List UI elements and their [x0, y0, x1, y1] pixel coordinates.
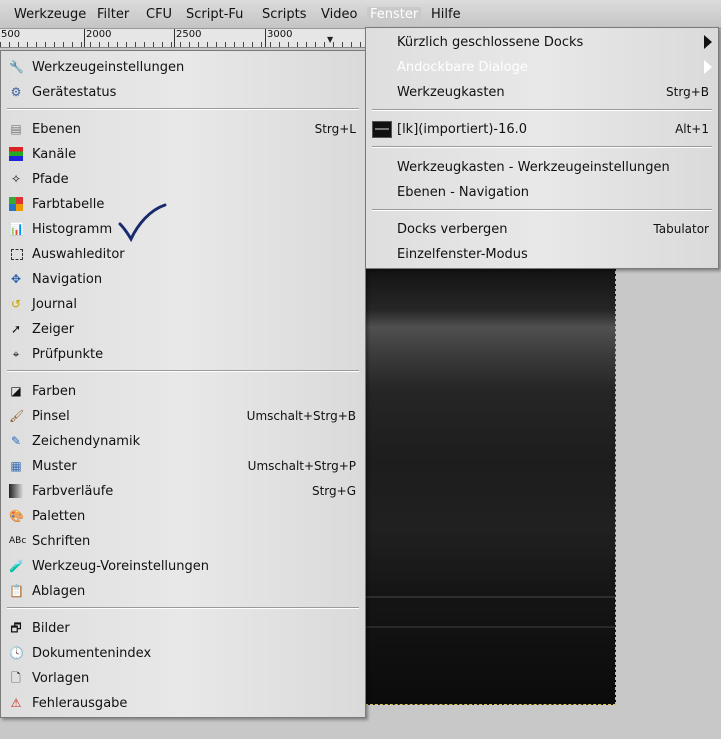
ruler-major-tick — [174, 29, 175, 47]
menu-item-bilder[interactable]: 🗗 Bilder — [1, 616, 365, 641]
canvas-detail — [365, 626, 615, 628]
fonts-icon: ABc — [9, 536, 27, 546]
menu-item-vorlagen[interactable]: 🗋 Vorlagen — [1, 666, 365, 691]
buffers-icon: 📋 — [9, 584, 24, 598]
error-console-icon: ⚠ — [10, 696, 22, 710]
menu-hilfe[interactable]: Hilfe — [431, 7, 461, 22]
menu-item-schriften[interactable]: ABc Schriften — [1, 529, 365, 554]
menu-item-ebenen[interactable]: ▤ Ebenen Strg+L — [1, 117, 365, 142]
menu-item-farben[interactable]: ◪ Farben — [1, 379, 365, 404]
menu-item-recently-closed-docks[interactable]: Kürzlich geschlossene Docks — [366, 30, 718, 55]
menu-item-muster[interactable]: ▦ Muster Umschalt+Strg+P — [1, 454, 365, 479]
menu-item-pruefpunkte[interactable]: ⌖ Prüfpunkte — [1, 342, 365, 367]
ruler-tick-label: 2000 — [86, 29, 114, 40]
image-canvas[interactable] — [365, 266, 616, 705]
histogram-icon: 📊 — [9, 222, 24, 236]
menu-item-zeiger[interactable]: ➚ Zeiger — [1, 317, 365, 342]
dockable-dialogs-menu: 🔧 Werkzeugeinstellungen ⚙ Gerätestatus ▤… — [0, 50, 366, 718]
menu-scripts[interactable]: Scripts — [262, 7, 306, 22]
patterns-icon: ▦ — [10, 459, 22, 473]
device-status-icon: ⚙ — [10, 85, 22, 99]
menu-item-journal[interactable]: ↺ Journal — [1, 292, 365, 317]
ruler-tick-label: 2500 — [176, 29, 204, 40]
images-icon: 🗗 — [10, 621, 22, 635]
menubar: Werkzeuge Filter CFU Script-Fu Scripts V… — [0, 0, 721, 29]
menu-item-pinsel[interactable]: 🖌 Pinsel Umschalt+Strg+B — [1, 404, 365, 429]
selection-editor-icon — [11, 249, 23, 260]
sample-points-icon: ⌖ — [12, 347, 20, 361]
submenu-arrow-icon — [704, 60, 712, 74]
ruler-major-tick — [265, 29, 266, 47]
ruler-major-tick — [84, 29, 85, 47]
ruler-tick-label: 500 — [1, 29, 23, 40]
menu-item-farbtabelle[interactable]: Farbtabelle — [1, 192, 365, 217]
horizontal-ruler[interactable]: 500 2000 2500 3000 ▼ — [0, 29, 365, 48]
channels-icon — [9, 147, 23, 161]
gradients-icon — [9, 484, 23, 498]
brush-icon: 🖌 — [9, 409, 25, 423]
checkmark-annotation-icon — [118, 203, 167, 242]
journal-icon: ↺ — [10, 297, 22, 311]
menu-item-dokumentenindex[interactable]: 🕓 Dokumentenindex — [1, 641, 365, 666]
menu-item-zeichendynamik[interactable]: ✎ Zeichendynamik — [1, 429, 365, 454]
menu-werkzeuge[interactable]: Werkzeuge — [14, 7, 86, 22]
ruler-tick-label: 3000 — [267, 29, 295, 40]
menu-separator — [372, 146, 712, 148]
menu-item-pfade[interactable]: ✧ Pfade — [1, 167, 365, 192]
menu-item-werkzeugeinstellungen[interactable]: 🔧 Werkzeugeinstellungen — [1, 55, 365, 80]
canvas-detail — [365, 596, 615, 598]
menu-filter[interactable]: Filter — [97, 7, 129, 22]
menu-item-image-window[interactable]: [lk](importiert)-16.0 Alt+1 — [366, 117, 718, 142]
tool-options-icon: 🔧 — [9, 60, 24, 74]
menu-item-fehlerausgabe[interactable]: ⚠ Fehlerausgabe — [1, 691, 365, 716]
menu-item-histogramm[interactable]: 📊 Histogramm — [1, 217, 365, 242]
document-history-icon: 🕓 — [9, 646, 24, 660]
menu-item-single-window-mode[interactable]: Einzelfenster-Modus — [366, 242, 718, 267]
menu-separator — [7, 108, 359, 110]
menu-item-ablagen[interactable]: 📋 Ablagen — [1, 579, 365, 604]
menu-item-dock-layers-navigation[interactable]: Ebenen - Navigation — [366, 180, 718, 205]
tool-presets-icon: 🧪 — [9, 559, 24, 573]
menu-separator — [372, 209, 712, 211]
menu-script-fu[interactable]: Script-Fu — [186, 7, 243, 22]
menu-item-auswahleditor[interactable]: Auswahleditor — [1, 242, 365, 267]
paint-dynamics-icon: ✎ — [10, 434, 22, 448]
image-thumbnail-icon — [372, 121, 392, 138]
menu-item-dockable-dialogs[interactable]: Andockbare Dialoge — [366, 55, 718, 80]
menu-fenster[interactable]: Fenster — [367, 7, 422, 22]
menu-separator — [7, 370, 359, 372]
pointer-icon: ➚ — [10, 322, 22, 336]
menu-item-hide-docks[interactable]: Docks verbergen Tabulator — [366, 217, 718, 242]
menu-video[interactable]: Video — [321, 7, 357, 22]
submenu-arrow-icon — [704, 35, 712, 49]
palettes-icon: 🎨 — [9, 509, 24, 523]
menu-item-paletten[interactable]: 🎨 Paletten — [1, 504, 365, 529]
menu-item-geraetestatus[interactable]: ⚙ Gerätestatus — [1, 80, 365, 105]
templates-icon: 🗋 — [11, 671, 21, 685]
ruler-position-marker-icon: ▼ — [327, 35, 334, 44]
fenster-menu: Kürzlich geschlossene Docks Andockbare D… — [365, 27, 719, 269]
menu-cfu[interactable]: CFU — [146, 7, 172, 22]
menu-separator — [372, 109, 712, 111]
menu-item-dock-toolbox-options[interactable]: Werkzeugkasten - Werkzeugeinstellungen — [366, 155, 718, 180]
colors-icon: ◪ — [10, 384, 22, 398]
paths-icon: ✧ — [10, 172, 22, 186]
navigation-icon: ✥ — [10, 272, 22, 286]
menu-item-navigation[interactable]: ✥ Navigation — [1, 267, 365, 292]
menu-item-kanaele[interactable]: Kanäle — [1, 142, 365, 167]
menu-item-werkzeugkasten[interactable]: Werkzeugkasten Strg+B — [366, 80, 718, 105]
menu-item-farbverlaeufe[interactable]: Farbverläufe Strg+G — [1, 479, 365, 504]
menu-item-werkzeug-voreinstellungen[interactable]: 🧪 Werkzeug-Voreinstellungen — [1, 554, 365, 579]
layers-icon: ▤ — [10, 122, 22, 136]
colormap-icon — [9, 197, 23, 211]
menu-separator — [7, 607, 359, 609]
